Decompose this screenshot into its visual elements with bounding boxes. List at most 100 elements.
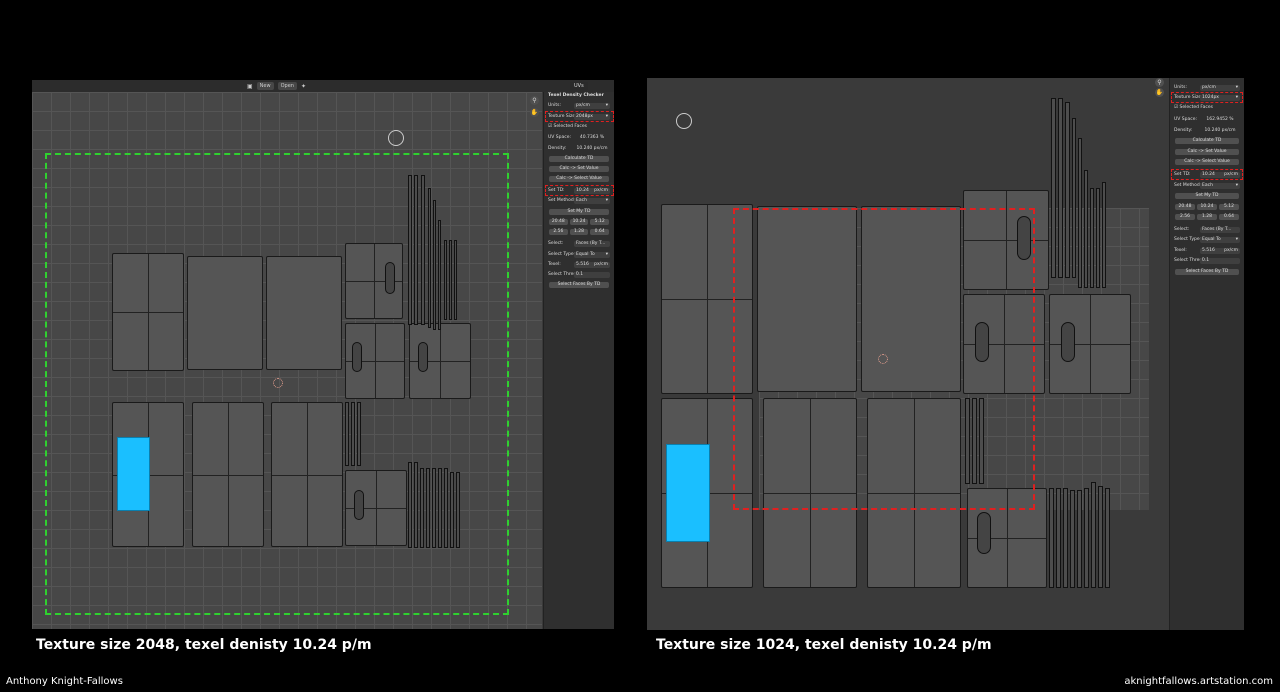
uv-editor-header: ▣ New Open ✦ UVs	[32, 80, 614, 92]
units-label: Units:	[548, 103, 562, 108]
preset-button[interactable]: 5.12	[1219, 203, 1239, 210]
preset-button[interactable]: 10.24	[1197, 203, 1217, 210]
preset-button[interactable]: 20.48	[1175, 203, 1195, 210]
density-value: 10.240 px/cm	[576, 146, 608, 151]
select-faces-by-td-button[interactable]: Select Faces By TD	[1175, 268, 1239, 275]
threshold-value: 0.1	[576, 272, 584, 277]
chevron-down-icon: ▾	[1235, 85, 1238, 90]
uv-strip[interactable]	[1070, 490, 1075, 588]
preset-button[interactable]: 1.28	[569, 228, 589, 235]
set-method-select[interactable]: Each ▾	[574, 197, 610, 204]
zoom-icon[interactable]: ⚲	[1155, 78, 1164, 87]
set-method-value: Each	[1202, 183, 1213, 188]
pin-icon[interactable]: ✦	[301, 83, 306, 90]
preset-button[interactable]: 5.12	[590, 218, 610, 225]
set-td-highlight	[1171, 169, 1243, 180]
select-type-select[interactable]: Equal To ▾	[1200, 236, 1240, 243]
calculate-td-button[interactable]: Calculate TD	[1175, 137, 1239, 144]
selected-face[interactable]	[666, 444, 710, 542]
preset-button[interactable]: 20.48	[549, 218, 568, 225]
uv-editor-1024[interactable]: ⚲ ✋ Units: px/cm ▾ Texture Size: 1024px ▾ ☑ …	[647, 78, 1244, 630]
preset-button[interactable]: 0.64	[1219, 213, 1239, 220]
editor-mode-select[interactable]: UVs	[570, 82, 588, 90]
uv-space-label: UV Space:	[548, 135, 572, 140]
select-type-label: Select Type:	[1174, 237, 1202, 242]
select-mode-select[interactable]: Faces (By T...	[1200, 226, 1240, 233]
chevron-down-icon: ▾	[1235, 183, 1238, 188]
image-icon[interactable]: ▣	[247, 83, 253, 90]
new-image-button[interactable]: New	[256, 82, 274, 90]
select-label: Select:	[548, 241, 564, 246]
panel-header[interactable]: Texel Density Checker	[548, 92, 610, 99]
uv-strip[interactable]	[1072, 118, 1076, 278]
calculate-td-button[interactable]: Calculate TD	[549, 155, 609, 162]
texel-unit: px/cm	[594, 262, 608, 267]
uv-space-value: 162.9452 %	[1206, 117, 1234, 122]
uv-strip[interactable]	[1090, 188, 1094, 288]
uv-strip[interactable]	[1091, 482, 1096, 588]
2d-cursor[interactable]	[273, 378, 283, 388]
uv-strip[interactable]	[1058, 98, 1063, 278]
uv-island-slot	[1061, 322, 1075, 362]
threshold-input[interactable]: 0.1	[574, 271, 610, 278]
uv-editor-2048[interactable]: ▣ New Open ✦ UVs ⚲ ✋ Texel Density Check…	[32, 80, 614, 629]
threshold-value: 0.1	[1202, 258, 1210, 263]
pan-hand-icon[interactable]: ✋	[1155, 88, 1164, 97]
uv-strip[interactable]	[1102, 182, 1106, 288]
uv-strip[interactable]	[1084, 488, 1089, 588]
density-label: Density:	[548, 146, 567, 151]
calc-set-value-button[interactable]: Calc -> Set Value	[1175, 148, 1239, 155]
units-select[interactable]: px/cm ▾	[1200, 84, 1240, 91]
select-faces-by-td-button[interactable]: Select Faces By TD	[549, 281, 609, 288]
preset-button[interactable]: 2.56	[1175, 213, 1195, 220]
chevron-down-icon: ▾	[1235, 237, 1238, 242]
texel-density-panel: Texel Density Checker Units: px/cm ▾ Textu…	[543, 92, 614, 629]
calc-set-value-button[interactable]: Calc -> Set Value	[549, 165, 609, 172]
preset-button[interactable]: 1.28	[1197, 213, 1217, 220]
uv-strip[interactable]	[1105, 488, 1110, 588]
calc-select-value-button[interactable]: Calc -> Select Value	[1175, 158, 1239, 165]
uv-strip[interactable]	[1077, 490, 1082, 588]
select-type-label: Select Type:	[548, 252, 576, 257]
panel-title: Texel Density Checker	[548, 93, 604, 98]
set-method-label: Set Method:	[1174, 183, 1202, 188]
calc-select-value-button[interactable]: Calc -> Select Value	[549, 175, 609, 182]
density-label: Density:	[1174, 128, 1193, 133]
select-mode-value: Faces (By T...	[1202, 227, 1232, 232]
units-value: px/cm	[576, 103, 590, 108]
threshold-input[interactable]: 0.1	[1200, 257, 1240, 264]
preset-button[interactable]: 10.24	[569, 218, 589, 225]
uv-strip[interactable]	[1065, 102, 1070, 278]
uv-strip[interactable]	[1051, 98, 1056, 278]
open-image-button[interactable]: Open	[277, 82, 297, 90]
caption-1024: Texture size 1024, texel denisty 10.24 p…	[656, 637, 992, 653]
uv-strip[interactable]	[1078, 138, 1082, 288]
uv-strip[interactable]	[1096, 188, 1100, 288]
preset-button[interactable]: 2.56	[549, 228, 568, 235]
uv-strip[interactable]	[1056, 488, 1061, 588]
texel-value: 5.516	[1202, 248, 1215, 253]
artstation-link[interactable]: aknightfallows.artstation.com	[1124, 676, 1273, 687]
uv-strip[interactable]	[1098, 486, 1103, 588]
set-my-td-button[interactable]: Set My TD	[549, 208, 609, 215]
caption-2048: Texture size 2048, texel denisty 10.24 p…	[36, 637, 372, 653]
2d-cursor[interactable]	[878, 354, 888, 364]
preset-button[interactable]: 0.64	[590, 228, 610, 235]
texel-unit: px/cm	[1224, 248, 1238, 253]
uv-space-label: UV Space:	[1174, 117, 1198, 122]
set-method-select[interactable]: Each ▾	[1200, 182, 1240, 189]
texel-density-panel: Units: px/cm ▾ Texture Size: 1024px ▾ ☑ Sele…	[1169, 78, 1244, 630]
texel-label: Texel:	[1174, 248, 1187, 253]
zoom-icon[interactable]: ⚲	[530, 96, 539, 105]
uv-strip[interactable]	[1049, 488, 1054, 588]
texel-input[interactable]: 5.516 px/cm	[574, 261, 610, 268]
pan-hand-icon[interactable]: ✋	[530, 108, 539, 117]
uv-strip[interactable]	[1084, 170, 1088, 288]
units-select[interactable]: px/cm ▾	[574, 102, 610, 109]
set-my-td-button[interactable]: Set My TD	[1175, 192, 1239, 199]
uv-strip[interactable]	[1063, 488, 1068, 588]
threshold-label: Select Thresho...	[548, 272, 586, 277]
texel-input[interactable]: 5.516 px/cm	[1200, 247, 1240, 254]
select-mode-select[interactable]: Faces (By T...	[574, 240, 610, 247]
select-type-select[interactable]: Equal To ▾	[574, 251, 610, 258]
